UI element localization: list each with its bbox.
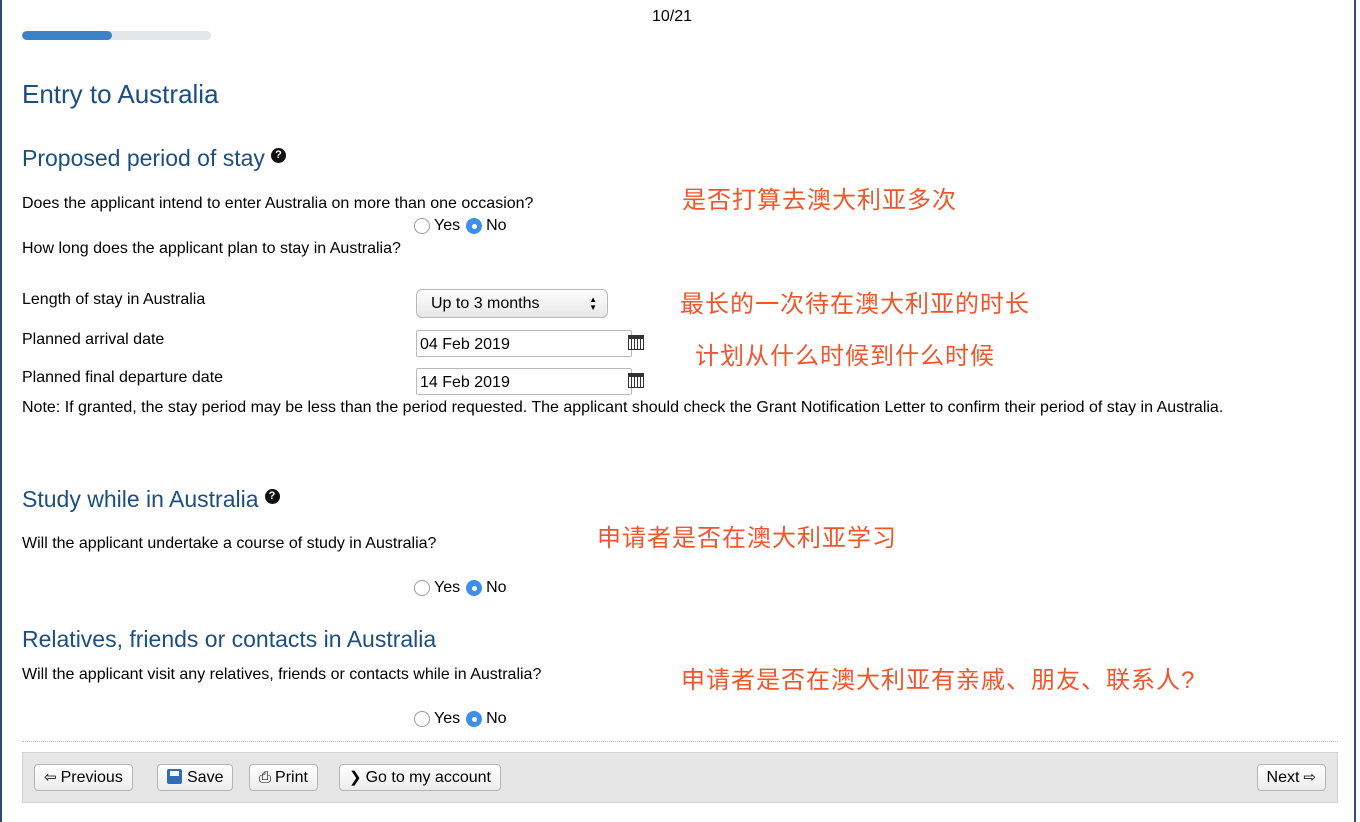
bottom-toolbar: ⇦ Previous Save ⎙ Print ❯ Go to my account … bbox=[22, 752, 1338, 803]
radio-no[interactable] bbox=[466, 711, 483, 727]
question-multiple-entry: Does the applicant intend to enter Austr… bbox=[22, 195, 534, 212]
save-button[interactable]: Save bbox=[157, 764, 234, 791]
next-button[interactable]: Next ⇨ bbox=[1256, 764, 1326, 791]
select-arrows-icon: ▲ ▼ bbox=[589, 295, 597, 312]
stay-note: Note: If granted, the stay period may be… bbox=[22, 399, 1224, 416]
question-relatives: Will the applicant visit any relatives, … bbox=[22, 666, 542, 683]
radio-no[interactable] bbox=[466, 218, 483, 234]
arrival-date-input[interactable]: 04 Feb 2019 bbox=[416, 330, 632, 357]
radio-no-label: No bbox=[486, 217, 507, 234]
annotation-dates: 计划从什么时候到什么时候 bbox=[695, 343, 995, 370]
radio-yes[interactable] bbox=[414, 711, 430, 727]
question-study: Will the applicant undertake a course of… bbox=[22, 535, 437, 552]
radio-group-multiple-entry: Yes No bbox=[414, 217, 513, 235]
departure-label: Planned final departure date bbox=[22, 369, 224, 386]
progress-fill bbox=[22, 31, 112, 40]
annotation-study: 申请者是否在澳大利亚学习 bbox=[597, 525, 897, 552]
section-heading-study: Study while in Australia? bbox=[22, 486, 280, 513]
previous-button[interactable]: ⇦ Previous bbox=[34, 764, 133, 791]
section-heading-stay: Proposed period of stay? bbox=[22, 145, 286, 172]
radio-no[interactable] bbox=[466, 580, 483, 596]
annotation-multiple-entry: 是否打算去澳大利亚多次 bbox=[682, 187, 957, 214]
arrival-label: Planned arrival date bbox=[22, 331, 165, 348]
length-of-stay-select[interactable]: Up to 3 months ▲ ▼ bbox=[416, 289, 608, 318]
print-button[interactable]: ⎙ Print bbox=[249, 764, 318, 791]
radio-yes-label: Yes bbox=[434, 217, 461, 234]
section-heading-relatives: Relatives, friends or contacts in Austra… bbox=[22, 626, 437, 652]
page-counter: 10/21 bbox=[652, 8, 693, 25]
help-icon[interactable]: ? bbox=[270, 148, 286, 163]
arrow-right-icon: ⇨ bbox=[1303, 769, 1316, 786]
calendar-icon[interactable] bbox=[628, 335, 644, 350]
divider bbox=[22, 741, 1338, 742]
chevron-right-icon: ❯ bbox=[349, 769, 362, 786]
length-label: Length of stay in Australia bbox=[22, 291, 206, 308]
annotation-length: 最长的一次待在澳大利亚的时长 bbox=[680, 291, 1030, 318]
question-how-long: How long does the applicant plan to stay… bbox=[22, 240, 401, 257]
radio-group-relatives: Yes No bbox=[414, 710, 513, 728]
printer-icon: ⎙ bbox=[259, 769, 272, 786]
radio-no-label: No bbox=[486, 579, 507, 596]
departure-date-input[interactable]: 14 Feb 2019 bbox=[416, 368, 632, 395]
annotation-relatives: 申请者是否在澳大利亚有亲戚、朋友、联系人? bbox=[681, 667, 1196, 694]
go-to-account-button[interactable]: ❯ Go to my account bbox=[339, 764, 501, 791]
radio-no-label: No bbox=[486, 710, 507, 727]
help-icon[interactable]: ? bbox=[264, 489, 280, 504]
length-of-stay-value: Up to 3 months bbox=[431, 295, 540, 312]
radio-yes-label: Yes bbox=[434, 579, 461, 596]
page-title: Entry to Australia bbox=[22, 79, 219, 109]
radio-yes-label: Yes bbox=[434, 710, 461, 727]
radio-group-study: Yes No bbox=[414, 579, 513, 597]
progress-bar bbox=[22, 31, 211, 40]
floppy-disk-icon bbox=[167, 769, 182, 784]
arrow-left-icon: ⇦ bbox=[44, 769, 57, 786]
radio-yes[interactable] bbox=[414, 218, 430, 234]
radio-yes[interactable] bbox=[414, 580, 430, 596]
calendar-icon[interactable] bbox=[628, 373, 644, 388]
